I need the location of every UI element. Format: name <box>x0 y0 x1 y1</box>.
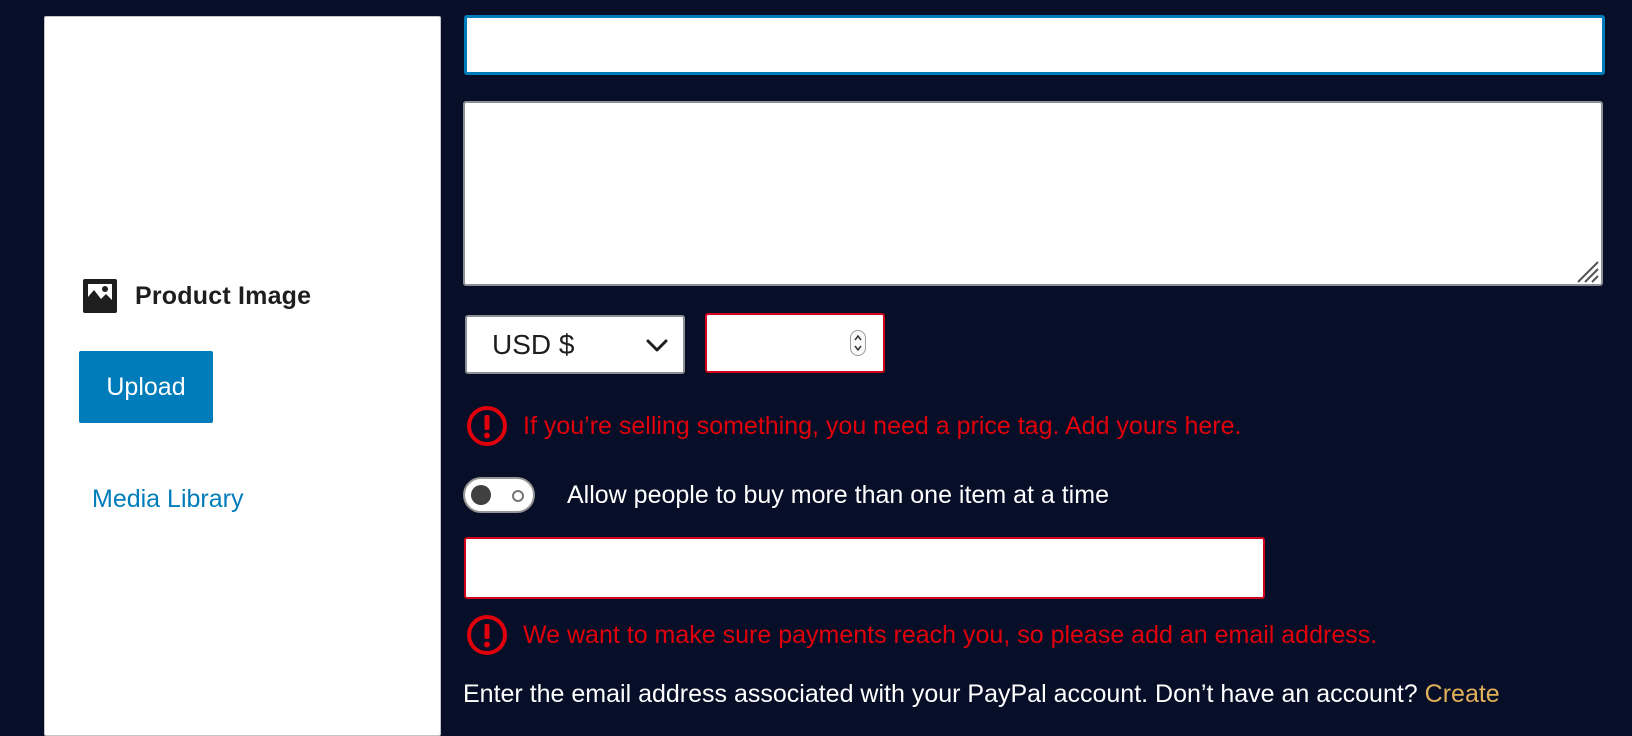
multiple-items-toggle[interactable] <box>463 477 535 513</box>
resize-handle-icon[interactable] <box>1574 258 1600 284</box>
email-error: We want to make sure payments reach you,… <box>466 614 1377 656</box>
currency-select[interactable]: USD $ <box>465 315 685 374</box>
paypal-help-text: Enter the email address associated with … <box>463 680 1500 709</box>
product-title-input[interactable] <box>464 15 1605 75</box>
media-library-link[interactable]: Media Library <box>92 485 243 514</box>
create-account-link[interactable]: Create <box>1425 680 1500 708</box>
multiple-items-toggle-label[interactable]: Allow people to buy more than one item a… <box>567 481 1109 510</box>
product-image-header: Product Image <box>81 277 311 315</box>
chevron-down-icon <box>645 335 669 355</box>
image-icon <box>81 277 119 315</box>
toggle-knob <box>471 485 491 505</box>
price-stepper[interactable] <box>850 330 866 356</box>
upload-button[interactable]: Upload <box>79 351 213 423</box>
product-description-textarea[interactable] <box>463 101 1603 286</box>
product-image-panel: Product Image Upload Media Library <box>44 16 441 736</box>
currency-selected-value: USD $ <box>492 328 575 360</box>
paypal-help-message: Enter the email address associated with … <box>463 680 1425 708</box>
price-input[interactable] <box>707 315 847 371</box>
price-field <box>705 313 885 373</box>
error-icon <box>466 405 508 447</box>
paypal-email-input[interactable] <box>464 537 1265 599</box>
error-icon <box>466 614 508 656</box>
toggle-off-indicator-icon <box>512 490 524 502</box>
price-error-message: If you’re selling something, you need a … <box>523 411 1242 440</box>
product-image-label: Product Image <box>135 281 312 310</box>
price-error: If you’re selling something, you need a … <box>466 405 1241 447</box>
email-error-message: We want to make sure payments reach you,… <box>523 620 1378 649</box>
